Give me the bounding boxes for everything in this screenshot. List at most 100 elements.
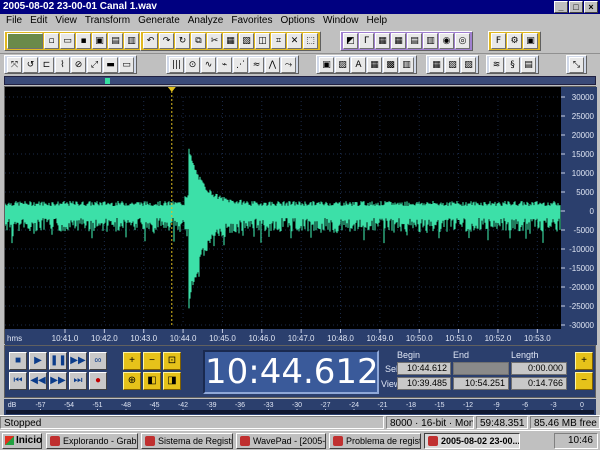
loop-icon[interactable]: ↺ xyxy=(23,57,38,73)
levels-icon[interactable]: ||| xyxy=(169,57,184,73)
eq-icon[interactable]: ▬ xyxy=(103,57,118,73)
info-icon[interactable]: ▣ xyxy=(523,33,538,49)
forward-button[interactable]: ▶▶ xyxy=(49,372,67,390)
cut-icon[interactable]: ✂ xyxy=(207,33,222,49)
close-file-icon[interactable]: ▤ xyxy=(108,33,123,49)
filter-icon[interactable]: ≈ xyxy=(249,57,264,73)
reverb-icon[interactable]: ▭ xyxy=(119,57,134,73)
task-problema[interactable]: Problema de registro xyxy=(329,433,421,449)
view-length-field[interactable]: 0:14.766 xyxy=(511,377,567,390)
sel-length-field[interactable]: 0:00.000 xyxy=(511,362,567,375)
view-begin-field[interactable]: 10:39.485 xyxy=(397,377,451,390)
zoom-right-icon[interactable]: ◨ xyxy=(163,372,181,390)
zoom-in-icon[interactable]: + xyxy=(123,352,141,370)
cursor-marker-icon[interactable] xyxy=(167,87,176,92)
menu-generate[interactable]: Generate xyxy=(134,14,184,28)
menu-edit[interactable]: Edit xyxy=(26,14,51,28)
menu-file[interactable]: File xyxy=(2,14,26,28)
stop-button[interactable]: ■ xyxy=(9,352,27,370)
grid-icon[interactable]: ▥ xyxy=(399,57,414,73)
meter-icon[interactable] xyxy=(7,33,43,49)
paste-new-icon[interactable]: ▧ xyxy=(239,33,254,49)
undo-icon[interactable]: ↶ xyxy=(143,33,158,49)
menu-help[interactable]: Help xyxy=(363,14,392,28)
metronome-icon[interactable]: ⊙ xyxy=(185,57,200,73)
new-file-icon[interactable]: ▫ xyxy=(44,33,59,49)
waveform-canvas[interactable]: 30000 25000 20000 15000 10000 5000 0 -5000 -1000… xyxy=(5,87,597,345)
loop-button[interactable]: ∞ xyxy=(89,352,107,370)
batch-icon[interactable]: ▨ xyxy=(461,57,476,73)
forward-end-button[interactable]: ⏭ xyxy=(69,372,87,390)
toggle-icon[interactable]: ◩ xyxy=(343,33,358,49)
select-icon[interactable]: ⬚ xyxy=(303,33,318,49)
minimize-button[interactable]: _ xyxy=(554,1,568,13)
menu-window[interactable]: Window xyxy=(319,14,363,28)
menu-analyze[interactable]: Analyze xyxy=(184,14,228,28)
record-button[interactable]: ● xyxy=(89,372,107,390)
process-icon[interactable]: ⌇ xyxy=(55,57,70,73)
insert-icon[interactable]: ▦ xyxy=(367,57,382,73)
play-button[interactable]: ▶ xyxy=(29,352,47,370)
pause-button[interactable]: ❚❚ xyxy=(49,352,67,370)
zoom-out-icon[interactable]: − xyxy=(143,352,161,370)
maximize-button[interactable]: □ xyxy=(569,1,583,13)
menu-options[interactable]: Options xyxy=(276,14,318,28)
task-registro[interactable]: Sistema de Registr... xyxy=(141,433,233,449)
sel-end-field[interactable] xyxy=(453,362,509,375)
zoom-vertical-in-icon[interactable]: + xyxy=(575,352,593,370)
envelope-icon[interactable]: ⋰ xyxy=(233,57,248,73)
sel-begin-field[interactable]: 10:44.612 xyxy=(397,362,451,375)
task-current-file[interactable]: 2005-08-02 23-00... xyxy=(424,433,520,449)
fade-icon[interactable]: ⊘ xyxy=(71,57,86,73)
smooth-icon[interactable]: A xyxy=(351,57,366,73)
crop-icon[interactable]: ⌗ xyxy=(271,33,286,49)
cd-icon[interactable]: ▦ xyxy=(391,33,406,49)
snap-icon[interactable]: ⤧ xyxy=(7,57,22,73)
menu-transform[interactable]: Transform xyxy=(81,14,134,28)
view-end-field[interactable]: 10:54.251 xyxy=(453,377,509,390)
help-icon[interactable]: F xyxy=(491,33,506,49)
properties-icon[interactable]: ◉ xyxy=(439,33,454,49)
zoom-vertical-out-icon[interactable]: − xyxy=(575,372,593,390)
waveform-panel[interactable]: 30000 25000 20000 15000 10000 5000 0 -5000 -1000… xyxy=(4,86,597,345)
favorites-icon[interactable]: ◎ xyxy=(455,33,470,49)
print-icon[interactable]: ▥ xyxy=(124,33,139,49)
cue-icon[interactable]: ▤ xyxy=(407,33,422,49)
chorus-icon[interactable]: ⤳ xyxy=(281,57,296,73)
region-icon[interactable]: Γ xyxy=(359,33,374,49)
rewind-button[interactable]: ◀◀ xyxy=(29,372,47,390)
dynamics-icon[interactable]: ⌁ xyxy=(217,57,232,73)
overview-marker[interactable] xyxy=(105,78,110,84)
settings-icon[interactable]: ⚙ xyxy=(507,33,522,49)
noise-icon[interactable]: ▨ xyxy=(335,57,350,73)
normalize-icon[interactable]: ⤢ xyxy=(87,57,102,73)
list-icon[interactable]: § xyxy=(505,57,520,73)
menu-favorites[interactable]: Favorites xyxy=(227,14,276,28)
task-explorer[interactable]: Explorando - Grab... xyxy=(46,433,138,449)
plugin-icon[interactable]: ≋ xyxy=(489,57,504,73)
waveform-trace[interactable] xyxy=(5,148,561,309)
play-loop-button[interactable]: ▶▶ xyxy=(69,352,87,370)
playlist-icon[interactable]: ▥ xyxy=(423,33,438,49)
task-wavepad[interactable]: WavePad - [2005-... xyxy=(236,433,326,449)
save-icon[interactable]: ▪ xyxy=(76,33,91,49)
copy-icon[interactable]: ⧉ xyxy=(191,33,206,49)
marker-icon[interactable]: ▦ xyxy=(375,33,390,49)
save-all-icon[interactable]: ▣ xyxy=(92,33,107,49)
script-icon[interactable]: ▧ xyxy=(445,57,460,73)
open-icon[interactable]: ▭ xyxy=(60,33,75,49)
repeat-icon[interactable]: ↻ xyxy=(175,33,190,49)
expand-icon[interactable]: ⤡ xyxy=(569,57,584,73)
paste-icon[interactable]: ▦ xyxy=(223,33,238,49)
delete-icon[interactable]: ✕ xyxy=(287,33,302,49)
mix-icon[interactable]: ◫ xyxy=(255,33,270,49)
layers-icon[interactable]: ▤ xyxy=(521,57,536,73)
spectrum-icon[interactable]: ∿ xyxy=(201,57,216,73)
close-button[interactable]: × xyxy=(584,1,598,13)
zoom-fit-icon[interactable]: ▦ xyxy=(429,57,444,73)
redo-icon[interactable]: ↷ xyxy=(159,33,174,49)
zoom-full-icon[interactable]: ⊕ xyxy=(123,372,141,390)
zoom-left-icon[interactable]: ◧ xyxy=(143,372,161,390)
overview-strip[interactable] xyxy=(4,76,596,85)
start-button[interactable]: Inicio xyxy=(2,433,42,449)
